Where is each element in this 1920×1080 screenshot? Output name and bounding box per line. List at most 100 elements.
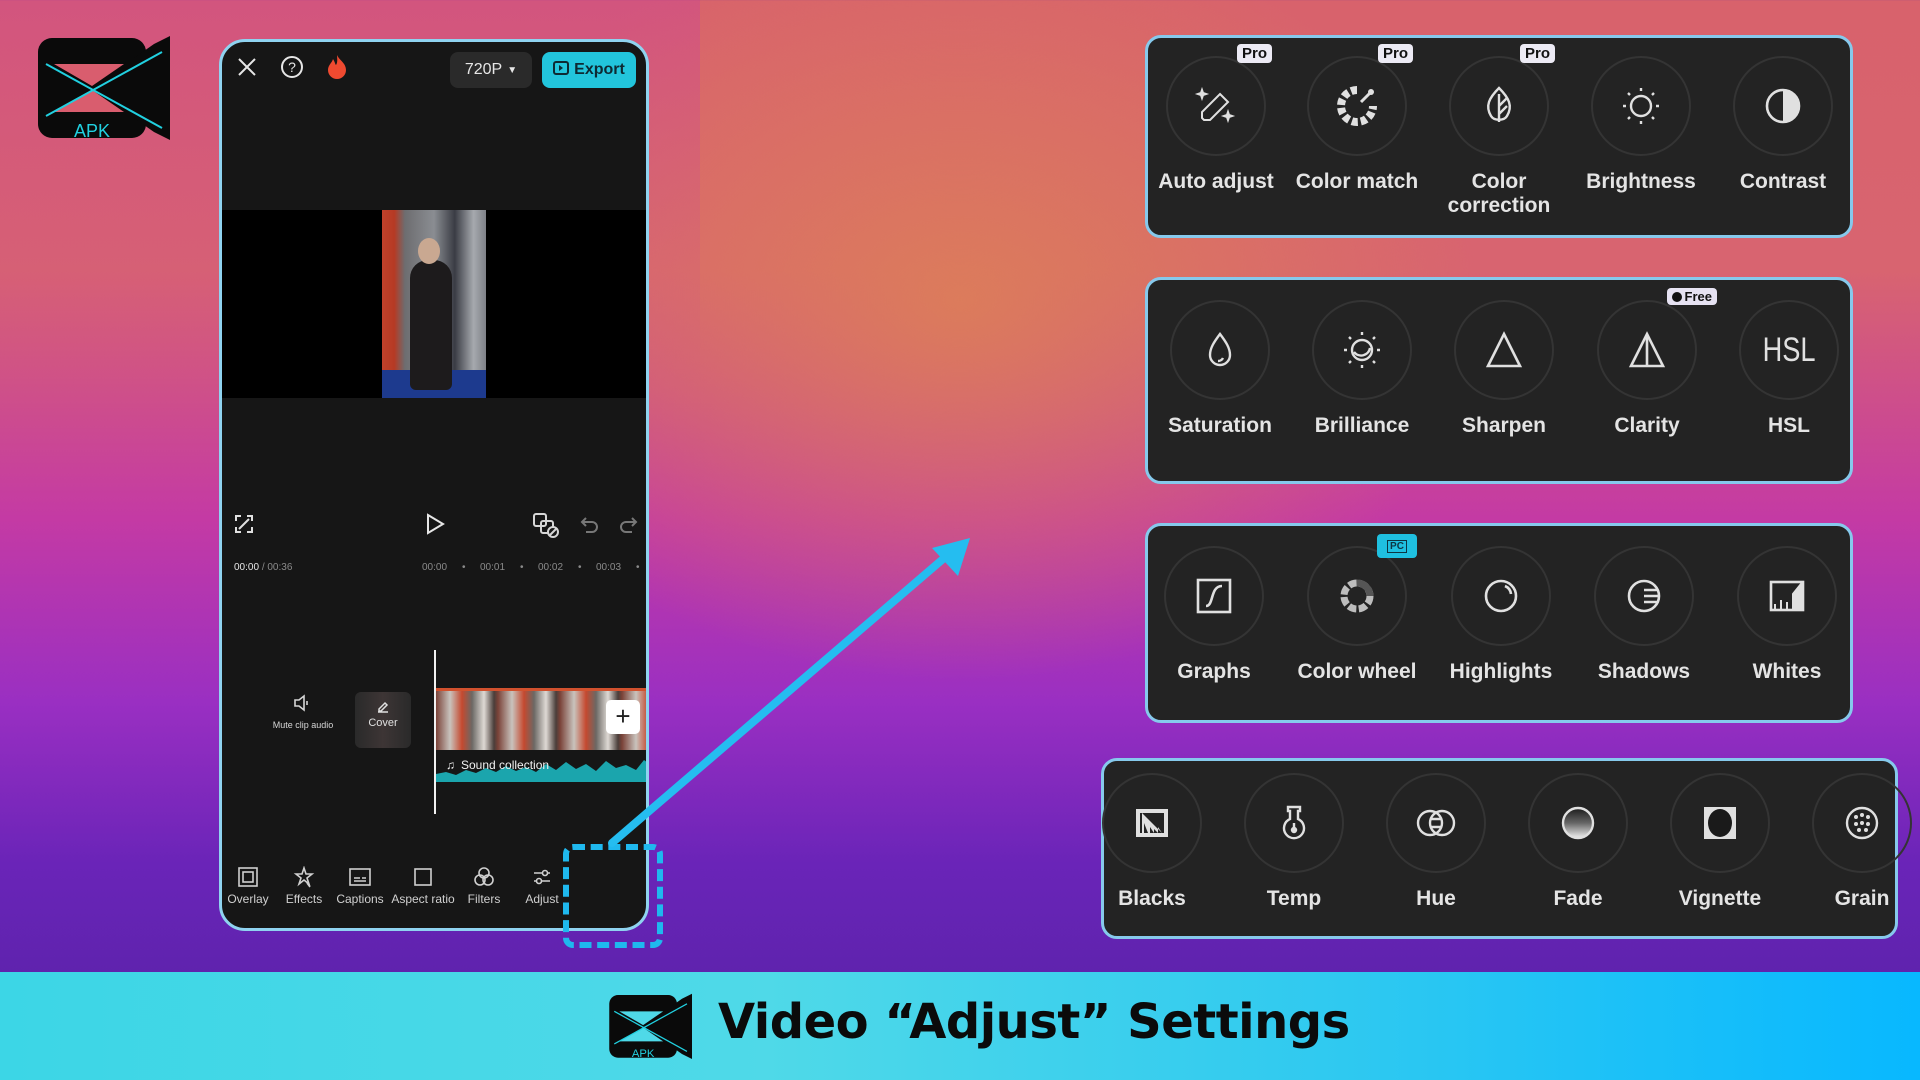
- magic-wand-icon: [1194, 86, 1236, 124]
- keyframe-icon[interactable]: [532, 512, 560, 543]
- option-saturation[interactable]: Saturation: [1150, 300, 1290, 438]
- adjust-panel-row-4: Blacks Temp Hue Fade Vignette Grain: [1101, 758, 1912, 939]
- timeline-ruler: 00:00 / 00:36 00:00 • 00:01 • 00:02 • 00…: [222, 562, 646, 582]
- ruler-tick: 00:00: [422, 562, 448, 573]
- triangle-icon: [1485, 331, 1523, 368]
- overlay-icon: [238, 867, 258, 887]
- ruler-tick: 00:02: [538, 562, 564, 573]
- ruler-tick: 00:01: [480, 562, 506, 573]
- adjust-icon: [534, 869, 550, 885]
- brilliance-icon: [1344, 332, 1380, 368]
- droplet-icon: [1208, 331, 1232, 367]
- export-label: Export: [574, 61, 625, 78]
- option-contrast[interactable]: Contrast: [1713, 56, 1853, 194]
- audio-track[interactable]: ♫ Sound collection: [436, 752, 646, 782]
- thermometer-icon: [1282, 805, 1306, 840]
- vignette-icon: [1704, 807, 1736, 839]
- adjust-panel-row-3: Graphs PC Color wheel Highlights Shadows…: [1145, 523, 1853, 723]
- free-badge: Free: [1666, 288, 1717, 305]
- option-color-wheel[interactable]: PC Color wheel: [1287, 534, 1427, 684]
- phone-editor: ? 720P ▼ Export 00:00 / 00:36 00:00 • 00…: [219, 39, 649, 931]
- hsl-icon: HSL: [1762, 330, 1816, 369]
- ruler-dot: •: [636, 562, 640, 573]
- clock-icon: [1671, 291, 1682, 302]
- capcut-apk-logo: APK: [36, 36, 170, 142]
- svg-text:APK: APK: [74, 121, 110, 141]
- option-brightness[interactable]: Brightness: [1571, 56, 1711, 194]
- pc-badge: PC: [1377, 534, 1417, 558]
- blacks-icon: [1136, 809, 1168, 837]
- option-graphs[interactable]: Graphs: [1144, 546, 1284, 684]
- adjust-panel-row-1: Pro Auto adjust Pro Color match Pro Colo…: [1145, 35, 1853, 238]
- option-color-correction[interactable]: Pro Color correction: [1429, 44, 1569, 218]
- color-match-icon: [1337, 86, 1377, 126]
- option-highlights[interactable]: Highlights: [1431, 546, 1571, 684]
- option-color-match[interactable]: Pro Color match: [1287, 44, 1427, 194]
- option-fade[interactable]: Fade: [1508, 773, 1648, 911]
- speaker-icon: [294, 694, 308, 712]
- captions-icon: [349, 868, 371, 886]
- effects-icon: [293, 866, 315, 888]
- adjust-highlight-box: [563, 844, 663, 948]
- shadows-icon: [1627, 579, 1661, 613]
- option-hue[interactable]: Hue: [1366, 773, 1506, 911]
- pro-badge: Pro: [1377, 44, 1413, 63]
- play-icon[interactable]: [424, 512, 446, 541]
- svg-text:APK: APK: [632, 1048, 655, 1060]
- video-frame: [382, 210, 486, 398]
- curves-icon: [1196, 578, 1232, 614]
- fullscreen-icon[interactable]: [234, 514, 254, 539]
- add-clip-button[interactable]: +: [606, 700, 640, 734]
- option-grain[interactable]: Grain: [1792, 773, 1920, 911]
- cover-label: Cover: [368, 717, 398, 729]
- sun-icon: [1623, 88, 1659, 124]
- timeline-tracks: Mute clip audio Cover + ♫ Sound collecti…: [222, 602, 646, 822]
- mute-label: Mute clip audio: [272, 720, 334, 730]
- option-hsl[interactable]: HSL HSL: [1719, 300, 1859, 438]
- whites-icon: [1769, 580, 1805, 612]
- export-button[interactable]: Export: [542, 52, 636, 88]
- audio-label: ♫ Sound collection: [446, 758, 550, 772]
- current-time: 00:00 / 00:36: [234, 562, 293, 573]
- resolution-dropdown[interactable]: 720P ▼: [450, 52, 532, 88]
- option-sharpen[interactable]: Sharpen: [1434, 300, 1574, 438]
- filters-icon: [474, 867, 494, 886]
- option-vignette[interactable]: Vignette: [1650, 773, 1790, 911]
- edit-icon: [378, 701, 389, 713]
- help-icon[interactable]: ?: [280, 55, 304, 84]
- option-blacks[interactable]: Blacks: [1082, 773, 1222, 911]
- svg-text:?: ?: [288, 59, 296, 75]
- footer-title: Video “Adjust” Settings: [718, 994, 1350, 1050]
- ruler-dot: •: [520, 562, 524, 573]
- option-whites[interactable]: Whites: [1717, 546, 1857, 684]
- mute-clip-audio-button[interactable]: Mute clip audio: [268, 694, 338, 730]
- highlights-icon: [1484, 579, 1518, 613]
- redo-icon[interactable]: [618, 514, 638, 539]
- option-brilliance[interactable]: Brilliance: [1292, 300, 1432, 438]
- resolution-value: 720P: [464, 61, 503, 78]
- option-clarity[interactable]: Free Clarity: [1577, 288, 1717, 438]
- pro-badge: Pro: [1236, 44, 1272, 63]
- video-preview[interactable]: [222, 210, 646, 398]
- playback-controls: [222, 512, 646, 542]
- music-note-icon: ♫: [446, 758, 455, 772]
- pro-badge: Pro: [1519, 44, 1555, 63]
- adjust-panel-row-2: Saturation Brilliance Sharpen Free Clari…: [1145, 277, 1853, 484]
- chevron-down-icon: ▼: [507, 64, 518, 76]
- close-icon[interactable]: [236, 56, 258, 83]
- footer-banner: APK Video “Adjust” Settings: [0, 972, 1920, 1080]
- hue-icon: [1416, 809, 1456, 837]
- option-auto-adjust[interactable]: Pro Auto adjust: [1146, 44, 1286, 194]
- option-temp[interactable]: Temp: [1224, 773, 1364, 911]
- option-shadows[interactable]: Shadows: [1574, 546, 1714, 684]
- ruler-dot: •: [578, 562, 582, 573]
- editor-top-bar: ? 720P ▼ Export: [222, 42, 646, 102]
- grain-icon: [1845, 806, 1879, 840]
- ruler-dot: •: [462, 562, 466, 573]
- leaf-icon: [1487, 86, 1511, 122]
- flame-icon[interactable]: [326, 54, 348, 85]
- cover-button[interactable]: Cover: [355, 692, 411, 748]
- undo-icon[interactable]: [580, 514, 600, 539]
- footer-logo: APK: [608, 992, 692, 1062]
- color-wheel-icon: [1340, 579, 1374, 613]
